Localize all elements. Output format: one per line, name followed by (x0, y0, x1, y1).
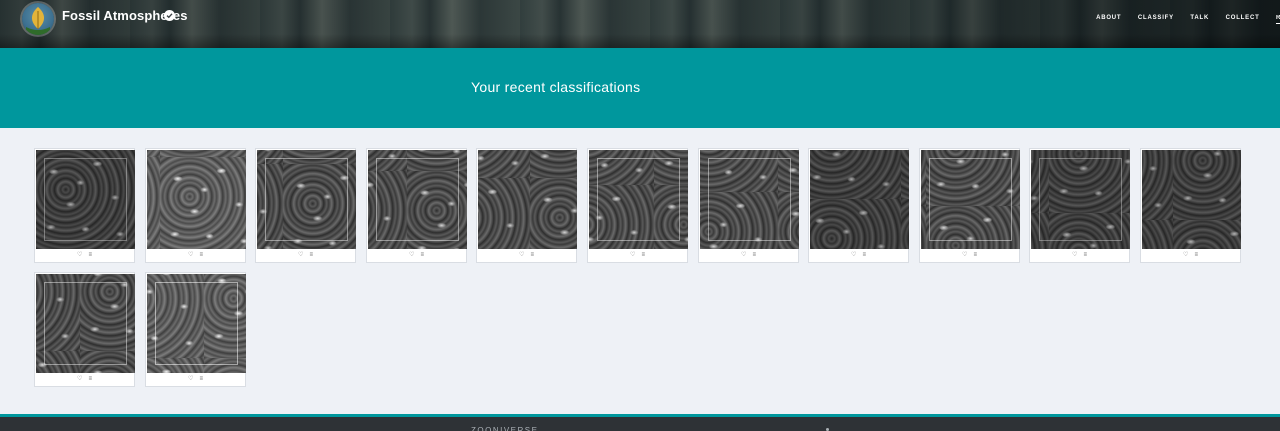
heart-icon[interactable]: ♡ (962, 249, 967, 262)
nav-collect[interactable]: COLLECT (1226, 15, 1260, 21)
subject-frame (155, 282, 238, 365)
card-actions: ♡ ≡ (256, 249, 355, 262)
heart-icon[interactable]: ♡ (188, 373, 193, 386)
classification-card[interactable]: ♡ ≡ (366, 148, 467, 263)
page-banner: Your recent classifications (0, 48, 1280, 128)
classification-card[interactable]: ♡ ≡ (476, 148, 577, 263)
heart-icon[interactable]: ♡ (519, 249, 524, 262)
list-icon[interactable]: ≡ (309, 249, 313, 262)
card-actions: ♡ ≡ (35, 249, 134, 262)
classification-card[interactable]: ♡ ≡ (587, 148, 688, 263)
subject-frame (597, 158, 680, 241)
subject-frame (44, 158, 127, 241)
heart-icon[interactable]: ♡ (188, 249, 193, 262)
classification-card[interactable]: ♡ ≡ (145, 148, 246, 263)
card-actions: ♡ ≡ (477, 249, 576, 262)
subject-thumbnail[interactable] (1031, 150, 1130, 249)
subject-thumbnail[interactable] (257, 150, 356, 249)
list-icon[interactable]: ≡ (1083, 249, 1087, 262)
subject-thumbnail[interactable] (589, 150, 688, 249)
nav-about[interactable]: ABOUT (1096, 15, 1121, 21)
project-logo[interactable] (22, 3, 54, 35)
heart-icon[interactable]: ♡ (851, 249, 856, 262)
subject-frame (929, 158, 1012, 241)
list-icon[interactable]: ≡ (199, 249, 203, 262)
classification-card[interactable]: ♡ ≡ (1140, 148, 1241, 263)
card-actions: ♡ ≡ (367, 249, 466, 262)
classification-card[interactable]: ♡ ≡ (808, 148, 909, 263)
card-actions: ♡ ≡ (35, 373, 134, 386)
list-icon[interactable]: ≡ (1194, 249, 1198, 262)
heart-icon[interactable]: ♡ (298, 249, 303, 262)
classification-card[interactable]: ♡ ≡ (34, 272, 135, 387)
classification-card[interactable]: ♡ ≡ (255, 148, 356, 263)
card-actions: ♡ ≡ (146, 373, 245, 386)
nav-recents[interactable]: R (1276, 15, 1280, 24)
heart-icon[interactable]: ♡ (409, 249, 414, 262)
card-actions: ♡ ≡ (809, 249, 908, 262)
heart-icon[interactable]: ♡ (77, 373, 82, 386)
classification-card[interactable]: ♡ ≡ (34, 148, 135, 263)
subject-thumbnail[interactable] (147, 274, 246, 373)
subject-thumbnail[interactable] (810, 150, 909, 249)
subject-frame (1039, 158, 1122, 241)
nav-talk[interactable]: TALK (1190, 15, 1209, 21)
subject-thumbnail[interactable] (921, 150, 1020, 249)
heart-icon[interactable]: ♡ (1072, 249, 1077, 262)
subject-thumbnail[interactable] (36, 150, 135, 249)
list-icon[interactable]: ≡ (530, 249, 534, 262)
card-actions: ♡ ≡ (588, 249, 687, 262)
subject-thumbnail[interactable] (368, 150, 467, 249)
heart-icon[interactable]: ♡ (77, 249, 82, 262)
card-actions: ♡ ≡ (1141, 249, 1240, 262)
list-icon[interactable]: ≡ (973, 249, 977, 262)
footer-heading: ZOONIVERSE (471, 426, 539, 431)
subject-frame (265, 158, 348, 241)
list-icon[interactable]: ≡ (88, 373, 92, 386)
card-actions: ♡ ≡ (1030, 249, 1129, 262)
subject-frame (44, 282, 127, 365)
classification-card[interactable]: ♡ ≡ (919, 148, 1020, 263)
heart-icon[interactable]: ♡ (1183, 249, 1188, 262)
subject-thumbnail[interactable] (1142, 150, 1241, 249)
list-icon[interactable]: ≡ (641, 249, 645, 262)
page-title: Your recent classifications (471, 79, 641, 95)
list-icon[interactable]: ≡ (88, 249, 92, 262)
list-icon[interactable]: ≡ (420, 249, 424, 262)
subject-thumbnail[interactable] (700, 150, 799, 249)
nav-classify[interactable]: CLASSIFY (1138, 15, 1174, 21)
subject-thumbnail[interactable] (36, 274, 135, 373)
subject-thumbnail[interactable] (478, 150, 577, 249)
list-icon[interactable]: ≡ (199, 373, 203, 386)
heart-icon[interactable]: ♡ (630, 249, 635, 262)
card-actions: ♡ ≡ (920, 249, 1019, 262)
card-actions: ♡ ≡ (699, 249, 798, 262)
classification-card[interactable]: ♡ ≡ (145, 272, 246, 387)
verified-badge-icon (164, 10, 175, 21)
site-footer: ZOONIVERSE (0, 414, 1280, 431)
classification-card[interactable]: ♡ ≡ (698, 148, 799, 263)
subject-frame (708, 158, 791, 241)
subject-frame (376, 158, 459, 241)
list-icon[interactable]: ≡ (862, 249, 866, 262)
project-nav: ABOUT CLASSIFY TALK COLLECT R (1096, 15, 1280, 29)
project-header: Fossil Atmospheres ABOUT CLASSIFY TALK C… (0, 0, 1280, 48)
list-icon[interactable]: ≡ (752, 249, 756, 262)
classification-card[interactable]: ♡ ≡ (1029, 148, 1130, 263)
heart-icon[interactable]: ♡ (741, 249, 746, 262)
subject-thumbnail[interactable] (147, 150, 246, 249)
card-actions: ♡ ≡ (146, 249, 245, 262)
